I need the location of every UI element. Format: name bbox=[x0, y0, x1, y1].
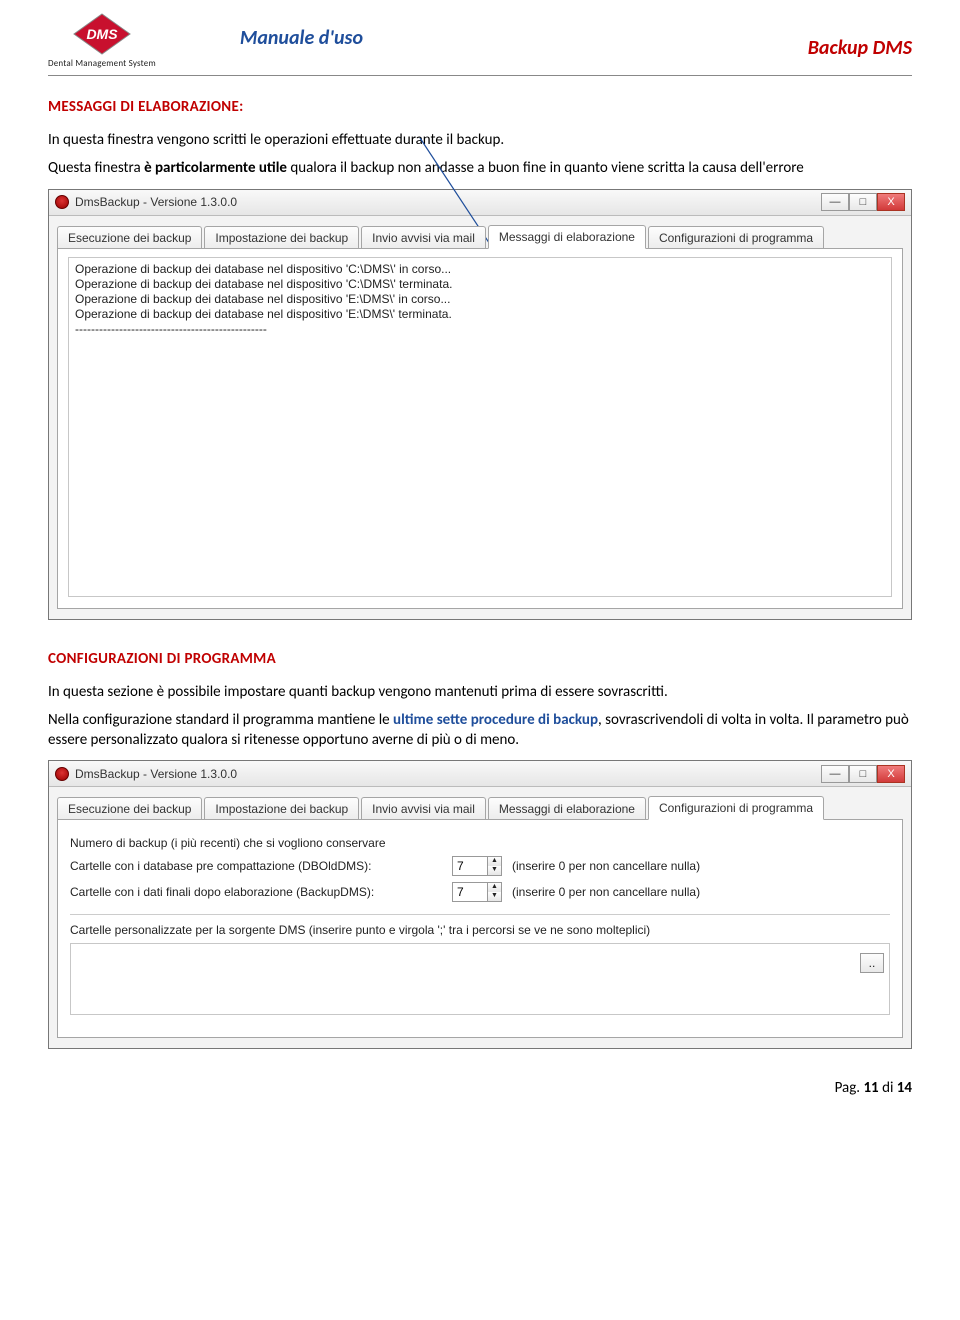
tab-invio-avvisi[interactable]: Invio avvisi via mail bbox=[361, 226, 486, 249]
tab-impostazione-2[interactable]: Impostazione dei backup bbox=[204, 797, 359, 820]
config-row2-spinner[interactable]: ▲▼ bbox=[452, 882, 502, 902]
header-title-left: Manuale d'uso bbox=[240, 26, 363, 50]
app-icon bbox=[55, 195, 69, 209]
spin-up-icon[interactable]: ▲ bbox=[488, 857, 501, 866]
config-multi-label: Cartelle personalizzate per la sorgente … bbox=[70, 923, 890, 937]
tab-configurazioni-2[interactable]: Configurazioni di programma bbox=[648, 796, 824, 820]
footer-total: 14 bbox=[897, 1079, 912, 1097]
titlebar: DmsBackup - Versione 1.3.0.0 — □ X bbox=[49, 190, 911, 216]
dms-logo: DMS Dental Management System bbox=[48, 12, 156, 69]
log-textarea[interactable] bbox=[68, 257, 892, 597]
logo-subtitle: Dental Management System bbox=[48, 58, 156, 69]
footer-pre: Pag. bbox=[835, 1079, 864, 1097]
section1-p2-b: qualora il backup non andasse a buon fin… bbox=[287, 159, 804, 177]
window-title-2: DmsBackup - Versione 1.3.0.0 bbox=[75, 767, 237, 781]
section1-paragraph2: Questa finestra è particolarmente utile … bbox=[48, 158, 912, 178]
page-header: DMS Dental Management System Manuale d'u… bbox=[48, 18, 912, 76]
footer-page: 11 bbox=[863, 1079, 878, 1097]
config-row2-value[interactable] bbox=[453, 883, 487, 901]
tab-impostazione[interactable]: Impostazione dei backup bbox=[204, 226, 359, 249]
tabstrip: Esecuzione dei backup Impostazione dei b… bbox=[49, 216, 911, 248]
app-window-messages: DmsBackup - Versione 1.3.0.0 — □ X Esecu… bbox=[48, 189, 912, 620]
app-icon-2 bbox=[55, 767, 69, 781]
section-heading-messaggi: MESSAGGI DI ELABORAZIONE: bbox=[48, 98, 912, 116]
config-row1-spinner[interactable]: ▲▼ bbox=[452, 856, 502, 876]
config-row1-value[interactable] bbox=[453, 857, 487, 875]
tab-esecuzione[interactable]: Esecuzione dei backup bbox=[57, 226, 202, 249]
tab-esecuzione-2[interactable]: Esecuzione dei backup bbox=[57, 797, 202, 820]
tabstrip-2: Esecuzione dei backup Impostazione dei b… bbox=[49, 787, 911, 819]
header-title-right: Backup DMS bbox=[808, 36, 912, 60]
spin-up-icon-2[interactable]: ▲ bbox=[488, 883, 501, 892]
section2-paragraph2: Nella configurazione standard il program… bbox=[48, 710, 912, 751]
minimize-button-2[interactable]: — bbox=[821, 765, 849, 783]
config-row2-label: Cartelle con i dati finali dopo elaboraz… bbox=[70, 885, 442, 899]
titlebar-2: DmsBackup - Versione 1.3.0.0 — □ X bbox=[49, 761, 911, 787]
tab-invio-avvisi-2[interactable]: Invio avvisi via mail bbox=[361, 797, 486, 820]
maximize-button-2[interactable]: □ bbox=[849, 765, 877, 783]
section-heading-config: CONFIGURAZIONI DI PROGRAMMA bbox=[48, 650, 912, 668]
page-footer: Pag. 11 di 14 bbox=[48, 1079, 912, 1097]
config-multi-textarea[interactable] bbox=[70, 943, 890, 1015]
section2-p2-a: Nella configurazione standard il program… bbox=[48, 711, 393, 729]
window-title: DmsBackup - Versione 1.3.0.0 bbox=[75, 195, 237, 209]
section1-p2-bold: è particolarmente utile bbox=[144, 159, 287, 177]
tab-configurazioni[interactable]: Configurazioni di programma bbox=[648, 226, 824, 249]
tab-content-messages bbox=[57, 248, 903, 609]
close-button-2[interactable]: X bbox=[877, 765, 905, 783]
logo-text: DMS bbox=[86, 26, 118, 42]
minimize-button[interactable]: — bbox=[821, 193, 849, 211]
browse-button[interactable]: .. bbox=[860, 953, 884, 973]
footer-mid: di bbox=[879, 1079, 897, 1097]
spin-down-icon[interactable]: ▼ bbox=[488, 866, 501, 875]
section1-paragraph1: In questa finestra vengono scritti le op… bbox=[48, 130, 912, 150]
tab-messaggi-2[interactable]: Messaggi di elaborazione bbox=[488, 797, 646, 820]
spin-down-icon-2[interactable]: ▼ bbox=[488, 892, 501, 901]
tab-messaggi[interactable]: Messaggi di elaborazione bbox=[488, 225, 646, 249]
tab-content-config: Numero di backup (i più recenti) che si … bbox=[57, 819, 903, 1038]
section2-p2-bold: ultime sette procedure di backup bbox=[393, 711, 598, 729]
config-intro-label: Numero di backup (i più recenti) che si … bbox=[70, 836, 386, 850]
close-button[interactable]: X bbox=[877, 193, 905, 211]
config-row2-hint: (inserire 0 per non cancellare nulla) bbox=[512, 885, 700, 899]
section1-p2-a: Questa finestra bbox=[48, 159, 144, 177]
config-row1-hint: (inserire 0 per non cancellare nulla) bbox=[512, 859, 700, 873]
app-window-config: DmsBackup - Versione 1.3.0.0 — □ X Esecu… bbox=[48, 760, 912, 1049]
section2-paragraph1: In questa sezione è possibile impostare … bbox=[48, 682, 912, 702]
config-row1-label: Cartelle con i database pre compattazion… bbox=[70, 859, 442, 873]
maximize-button[interactable]: □ bbox=[849, 193, 877, 211]
